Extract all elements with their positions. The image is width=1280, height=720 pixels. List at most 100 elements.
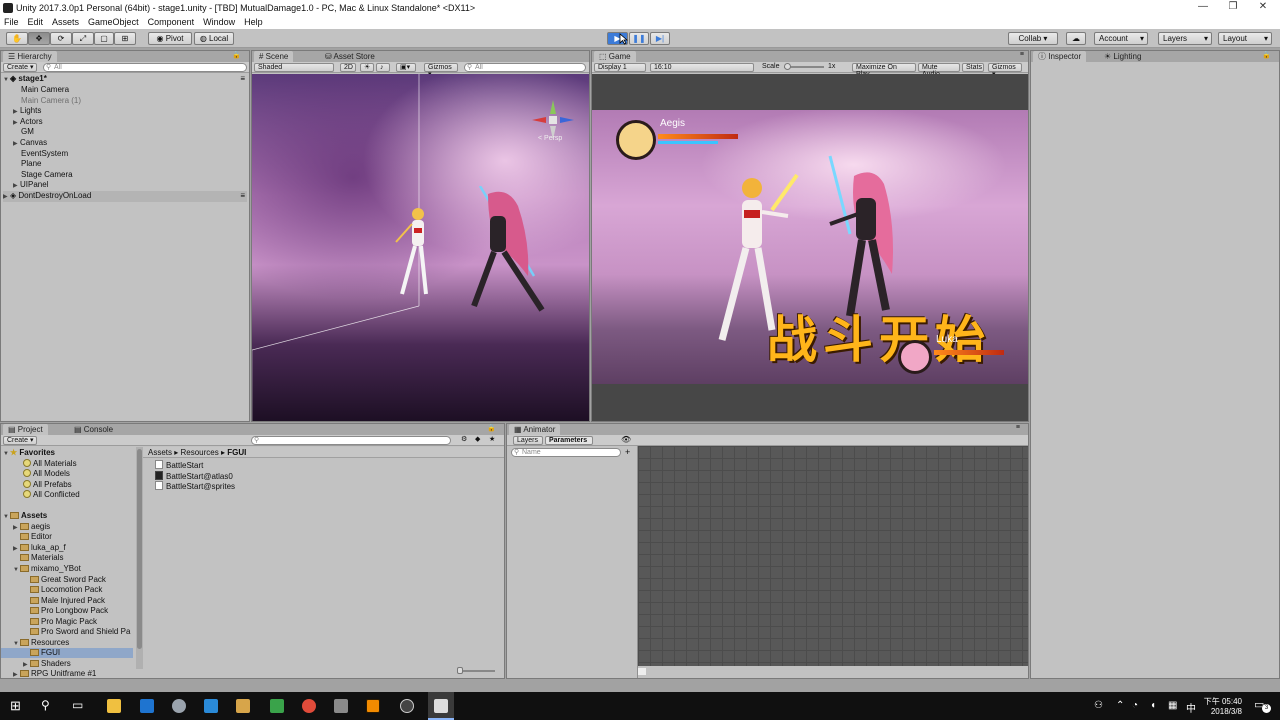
spreadsheet-icon[interactable]	[270, 699, 284, 713]
aspect-dropdown[interactable]: 16:10	[650, 63, 754, 72]
eye-icon[interactable]: 👁	[621, 435, 631, 444]
tab-game[interactable]: ⬚ Game	[594, 51, 636, 62]
hierarchy-dontdestroy-row[interactable]: ▶ ◈ DontDestroyOnLoad	[3, 191, 247, 202]
project-search-input[interactable]: ⚲	[251, 436, 451, 445]
chrome-icon[interactable]	[302, 699, 316, 713]
breadcrumb-item[interactable]: FGUI	[227, 448, 246, 457]
hierarchy-create-dropdown[interactable]: Create ▾	[3, 63, 38, 72]
menu-assets[interactable]: Assets	[52, 17, 79, 27]
menu-gameobject[interactable]: GameObject	[88, 17, 139, 27]
search-icon[interactable]: ⚲	[41, 698, 50, 712]
unity-editor-taskbar-button[interactable]	[428, 692, 454, 720]
account-dropdown[interactable]: Account ▾	[1094, 32, 1148, 45]
folder-row[interactable]: Great Sword Pack	[30, 575, 106, 585]
panel-menu-icon[interactable]: ≡	[1020, 51, 1024, 58]
tab-project[interactable]: ▤ Project	[3, 424, 48, 435]
parameter-search-input[interactable]: ⚲ Name	[511, 448, 621, 457]
folder-row[interactable]: ▶ RPG Unitframe #1	[13, 669, 96, 678]
tab-lighting[interactable]: ☀ Lighting	[1099, 51, 1146, 62]
favorite-star-icon[interactable]: ★	[489, 435, 495, 445]
hierarchy-item[interactable]: Stage Camera	[21, 170, 73, 180]
perspective-label[interactable]: < Persp	[538, 135, 562, 142]
shading-mode-dropdown[interactable]: Shaded	[254, 63, 334, 72]
hierarchy-item[interactable]: Main Camera (1)	[21, 96, 81, 106]
local-toggle[interactable]: ◍ Local	[194, 32, 234, 45]
breadcrumb-item[interactable]: Resources	[180, 448, 218, 457]
media-player-icon[interactable]	[236, 699, 250, 713]
favorite-item[interactable]: All Materials	[23, 459, 77, 469]
maximize-on-play-toggle[interactable]: Maximize On Play	[852, 63, 916, 78]
minimize-button[interactable]: —	[1188, 0, 1218, 15]
icon-size-slider[interactable]	[457, 667, 495, 674]
rect-tool-icon[interactable]: ▢	[94, 32, 114, 45]
tab-parameters[interactable]: Parameters	[545, 436, 593, 445]
menu-file[interactable]: File	[4, 17, 19, 27]
tree-scrollbar[interactable]	[136, 447, 143, 669]
assets-root-row[interactable]: ▼ Assets	[3, 511, 47, 522]
clock-date[interactable]: 2018/3/8	[1202, 707, 1242, 716]
icon-size-slider-thumb[interactable]	[457, 667, 463, 674]
file-explorer-icon[interactable]	[107, 699, 121, 713]
favorite-item[interactable]: All Conflicted	[23, 490, 80, 500]
step-button[interactable]: ▶|	[650, 32, 670, 45]
hierarchy-search-input[interactable]: ⚲ All	[43, 63, 247, 72]
menu-component[interactable]: Component	[148, 17, 195, 27]
axis-gizmo-icon[interactable]	[528, 96, 578, 152]
scene-menu-icon[interactable]: ≡	[240, 191, 245, 200]
transform-tool-icon[interactable]: ⊞	[114, 32, 136, 45]
folder-row[interactable]: Pro Magic Pack	[30, 617, 97, 627]
illustrator-icon[interactable]	[366, 699, 380, 713]
rotate-tool-icon[interactable]: ⟳	[50, 32, 72, 45]
graph-corner-handle[interactable]	[638, 668, 646, 675]
folder-row[interactable]: Pro Sword and Shield Pa	[30, 627, 130, 637]
breadcrumb-item[interactable]: Assets	[148, 448, 172, 457]
scale-slider-thumb[interactable]	[784, 63, 791, 70]
hand-tool-icon[interactable]: ✋	[6, 32, 28, 45]
chevron-up-icon[interactable]: ⌃	[1116, 700, 1124, 711]
mute-audio-toggle[interactable]: Mute Audio	[918, 63, 960, 78]
folder-row[interactable]: Male Injured Pack	[30, 596, 105, 606]
tab-asset-store[interactable]: ⛁ Asset Store	[320, 51, 380, 62]
scene-search-input[interactable]: ⚲ All	[464, 63, 586, 72]
restore-button[interactable]: ❐	[1218, 0, 1248, 15]
folder-row[interactable]: Materials	[20, 553, 63, 563]
layers-dropdown[interactable]: Layers ▾	[1158, 32, 1212, 45]
stats-toggle[interactable]: Stats	[962, 63, 984, 72]
hierarchy-item[interactable]: ▶ UIPanel	[13, 180, 48, 191]
tab-layers[interactable]: Layers	[513, 436, 543, 445]
scene-menu-icon[interactable]: ≡	[240, 74, 245, 83]
2d-toggle[interactable]: 2D	[340, 63, 356, 72]
menu-help[interactable]: Help	[244, 17, 263, 27]
windows-start-icon[interactable]: ⊞	[10, 698, 21, 714]
add-parameter-icon[interactable]: +	[625, 447, 630, 457]
tab-inspector[interactable]: ⓘ Inspector	[1033, 51, 1087, 62]
scene-viewport[interactable]: < Persp	[252, 74, 589, 421]
game-render[interactable]: Aegis 战斗开始 Luka	[592, 110, 1028, 384]
ime-icon[interactable]: 中	[1186, 700, 1196, 715]
display-dropdown[interactable]: Display 1	[594, 63, 646, 72]
hierarchy-item[interactable]: Plane	[21, 159, 41, 169]
filter-label-icon[interactable]: ◆	[475, 435, 480, 445]
hierarchy-item[interactable]: ▶ Canvas	[13, 138, 47, 149]
close-button[interactable]: ✕	[1248, 0, 1278, 15]
lock-icon[interactable]: 🔒	[1262, 51, 1271, 59]
panel-menu-icon[interactable]: ≡	[1016, 424, 1020, 431]
people-icon[interactable]: ⚇	[1094, 700, 1103, 711]
app-icon[interactable]	[172, 699, 186, 713]
clock-time[interactable]: 下午 05:40	[1202, 696, 1242, 707]
favorite-item[interactable]: All Prefabs	[23, 480, 72, 490]
tree-scrollbar-thumb[interactable]	[137, 449, 142, 649]
app-icon[interactable]	[334, 699, 348, 713]
scale-tool-icon[interactable]: ⤢	[72, 32, 94, 45]
unity-hub-icon[interactable]	[400, 699, 414, 713]
lighting-toggle-icon[interactable]: ☀	[360, 63, 374, 72]
folder-row[interactable]: Locomotion Pack	[30, 585, 102, 595]
hierarchy-item[interactable]: GM	[21, 127, 34, 137]
cloud-icon[interactable]: ☁	[1066, 32, 1086, 45]
scale-slider[interactable]	[784, 63, 824, 70]
menu-edit[interactable]: Edit	[28, 17, 44, 27]
folder-row[interactable]: Pro Longbow Pack	[30, 606, 108, 616]
store-icon[interactable]	[204, 699, 218, 713]
pivot-toggle[interactable]: ◉ Pivot	[148, 32, 192, 45]
folder-row[interactable]: Editor	[20, 532, 52, 542]
